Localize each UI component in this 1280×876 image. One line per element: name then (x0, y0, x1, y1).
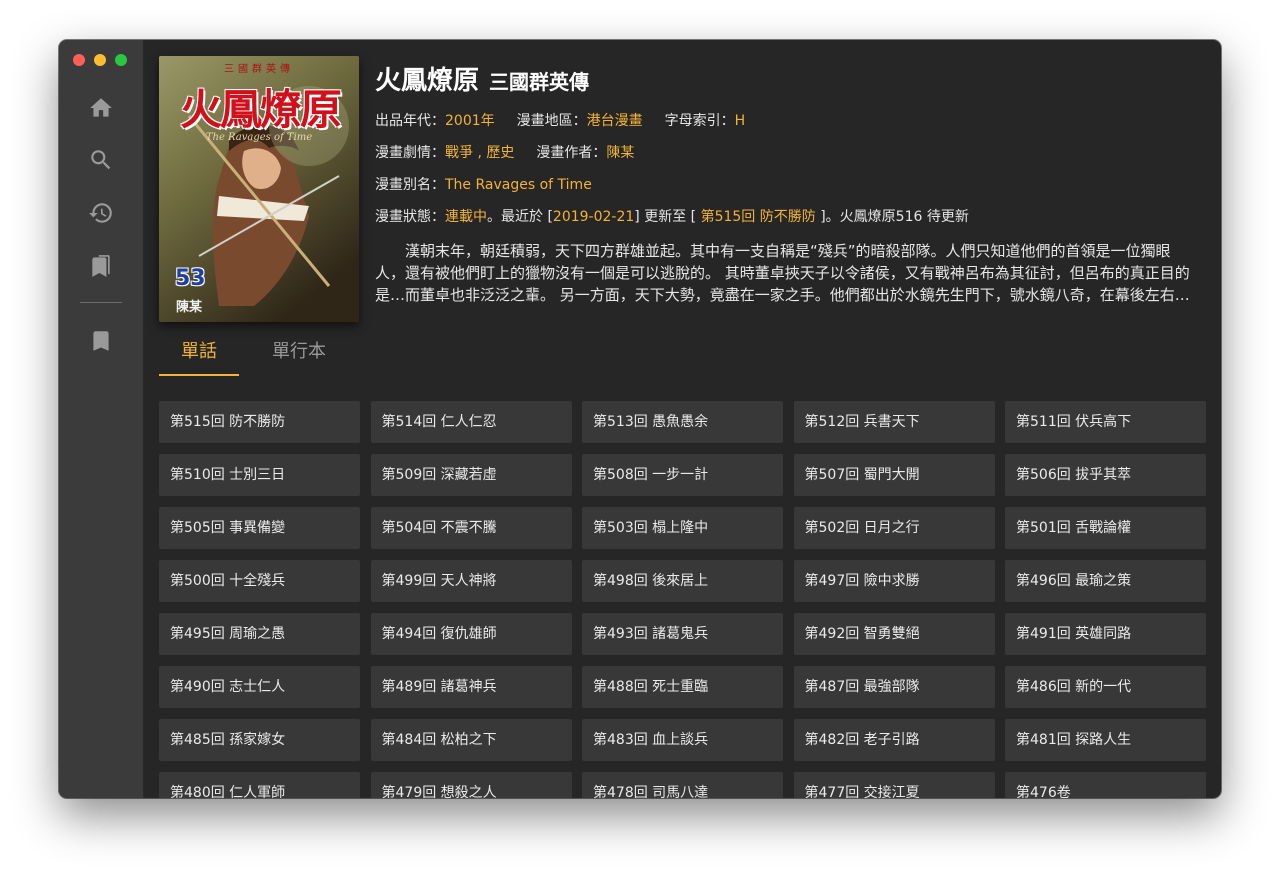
status-text: ] 更新至 [ (634, 209, 701, 225)
chapter-button[interactable]: 第492回 智勇雙絕 (793, 613, 995, 655)
meta-line-3: 漫畫別名：The Ravages of Time (375, 174, 592, 194)
cover-title: 火鳳燎原 (179, 85, 342, 134)
chapter-button[interactable]: 第511回 伏兵高下 (1005, 401, 1206, 443)
chapter-button[interactable]: 第508回 一步一計 (582, 454, 783, 496)
history-icon (89, 203, 112, 223)
home-icon (90, 98, 112, 117)
alias-label: 漫畫別名： (375, 177, 445, 193)
title-row: 火鳳燎原 三國群英傳 (375, 60, 589, 97)
alias-value: The Ravages of Time (445, 177, 592, 193)
latest-chapter-link[interactable]: 第515回 防不勝防 (701, 209, 816, 225)
genre-label: 漫畫劇情： (375, 145, 445, 161)
chapter-button[interactable]: 第514回 仁人仁忍 (370, 401, 572, 443)
manga-subtitle: 三國群英傳 (489, 70, 590, 94)
chapter-button[interactable]: 第490回 志士仁人 (159, 666, 360, 708)
chapter-button[interactable]: 第510回 士別三日 (159, 454, 360, 496)
status-text: ]。火鳳燎原516 待更新 (815, 209, 969, 225)
chapter-button[interactable]: 第483回 血上談兵 (582, 719, 783, 761)
region-link[interactable]: 港台漫畫 (587, 113, 643, 129)
chapter-button[interactable]: 第502回 日月之行 (793, 507, 995, 549)
chapter-button[interactable]: 第484回 松柏之下 (370, 719, 572, 761)
index-link[interactable]: H (735, 113, 746, 129)
chapter-button[interactable]: 第500回 十全殘兵 (159, 560, 360, 602)
chapter-button[interactable]: 第498回 後來居上 (582, 560, 783, 602)
cover-image: 三國群英傳 火鳳燎原 The Ravages of Time 53 陳某 (159, 56, 359, 322)
chapter-button[interactable]: 第497回 險中求勝 (793, 560, 995, 602)
app-window: 三國群英傳 火鳳燎原 The Ravages of Time 53 陳某 火鳳燎… (59, 40, 1221, 798)
chapter-button[interactable]: 第512回 兵書天下 (793, 401, 995, 443)
bookmark-icon (93, 331, 109, 351)
chapter-button[interactable]: 第496回 最瑜之策 (1005, 560, 1206, 602)
author-link[interactable]: 陳某 (606, 145, 634, 161)
status-label: 漫畫狀態： (375, 209, 445, 225)
chapter-button[interactable]: 第493回 諸葛鬼兵 (582, 613, 783, 655)
main-content: 三國群英傳 火鳳燎原 The Ravages of Time 53 陳某 火鳳燎… (144, 40, 1221, 798)
year-link[interactable]: 2001年 (445, 113, 495, 129)
minimize-window-button[interactable] (94, 54, 106, 66)
nav-home-button[interactable] (81, 88, 121, 128)
index-label: 字母索引： (664, 113, 735, 129)
sidebar-divider (80, 302, 122, 303)
manga-title: 火鳳燎原 (375, 66, 480, 96)
chapter-button[interactable]: 第481回 探路人生 (1005, 719, 1206, 761)
nav-library-button[interactable] (81, 246, 121, 286)
manga-description: 漢朝末年，朝廷積弱，天下四方群雄並起。其中有一支自稱是“殘兵”的暗殺部隊。人們只… (375, 242, 1190, 304)
tab-volumes[interactable]: 單行本 (257, 332, 341, 374)
nav-history-button[interactable] (81, 193, 121, 233)
chapter-button[interactable]: 第507回 蜀門大開 (793, 454, 995, 496)
chapter-button[interactable]: 第477回 交接江夏 (793, 772, 995, 798)
chapter-button[interactable]: 第499回 天人神將 (370, 560, 572, 602)
genre-link[interactable]: 戰爭 , 歷史 (445, 145, 514, 161)
chapter-button[interactable]: 第478回 司馬八達 (582, 772, 783, 798)
chapter-button[interactable]: 第495回 周瑜之愚 (159, 613, 360, 655)
region-label: 漫畫地區： (516, 113, 587, 129)
maximize-window-button[interactable] (115, 54, 127, 66)
close-window-button[interactable] (73, 54, 85, 66)
nav-search-button[interactable] (81, 140, 121, 180)
nav-bookmark-button[interactable] (81, 321, 121, 361)
chapter-grid: 第515回 防不勝防 第514回 仁人仁忍 第513回 愚魚愚余 第512回 兵書天下… (159, 401, 1209, 798)
chapter-button[interactable]: 第486回 新的一代 (1005, 666, 1206, 708)
chapter-button[interactable]: 第487回 最強部隊 (793, 666, 995, 708)
library-icon (92, 255, 110, 277)
chapter-button[interactable]: 第501回 舌戰論權 (1005, 507, 1206, 549)
tab-single-chapters[interactable]: 單話 (159, 332, 239, 376)
chapter-button[interactable]: 第504回 不震不騰 (370, 507, 572, 549)
chapter-button[interactable]: 第488回 死士重臨 (582, 666, 783, 708)
sidebar (59, 40, 144, 798)
meta-line-1: 出品年代：2001年 漫畫地區：港台漫畫 字母索引：H (375, 110, 745, 130)
chapter-button[interactable]: 第476卷 (1005, 772, 1206, 798)
chapter-button[interactable]: 第503回 榻上隆中 (582, 507, 783, 549)
chapter-button[interactable]: 第509回 深藏若虛 (370, 454, 572, 496)
cover-english-title: The Ravages of Time (205, 132, 313, 143)
chapter-button[interactable]: 第513回 愚魚愚余 (582, 401, 783, 443)
cover-author: 陳某 (176, 300, 203, 315)
year-label: 出品年代： (375, 113, 445, 129)
chapter-button[interactable]: 第491回 英雄同路 (1005, 613, 1206, 655)
chapter-button[interactable]: 第494回 復仇雄師 (370, 613, 572, 655)
chapter-button[interactable]: 第506回 拔乎其萃 (1005, 454, 1206, 496)
chapter-button[interactable]: 第482回 老子引路 (793, 719, 995, 761)
chapter-button[interactable]: 第505回 事異備變 (159, 507, 360, 549)
cover-top-text: 三國群英傳 (224, 64, 294, 75)
chapter-button[interactable]: 第485回 孫家嫁女 (159, 719, 360, 761)
status-value: 連載中 (445, 209, 487, 225)
cover-volume-number: 53 (175, 266, 206, 291)
window-controls (73, 54, 127, 66)
update-date: 2019-02-21 (552, 209, 635, 225)
search-icon (91, 150, 111, 170)
chapter-button[interactable]: 第489回 諸葛神兵 (370, 666, 572, 708)
status-text: 。最近於 [ (487, 209, 553, 225)
author-label: 漫畫作者： (536, 145, 607, 161)
chapter-button[interactable]: 第515回 防不勝防 (159, 401, 360, 443)
chapter-button[interactable]: 第480回 仁人軍師 (159, 772, 360, 798)
chapter-button[interactable]: 第479回 想殺之人 (370, 772, 572, 798)
meta-line-2: 漫畫劇情：戰爭 , 歷史 漫畫作者：陳某 (375, 142, 634, 162)
meta-line-4: 漫畫狀態：連載中。最近於 [2019-02-21] 更新至 [ 第515回 防不… (375, 206, 969, 226)
